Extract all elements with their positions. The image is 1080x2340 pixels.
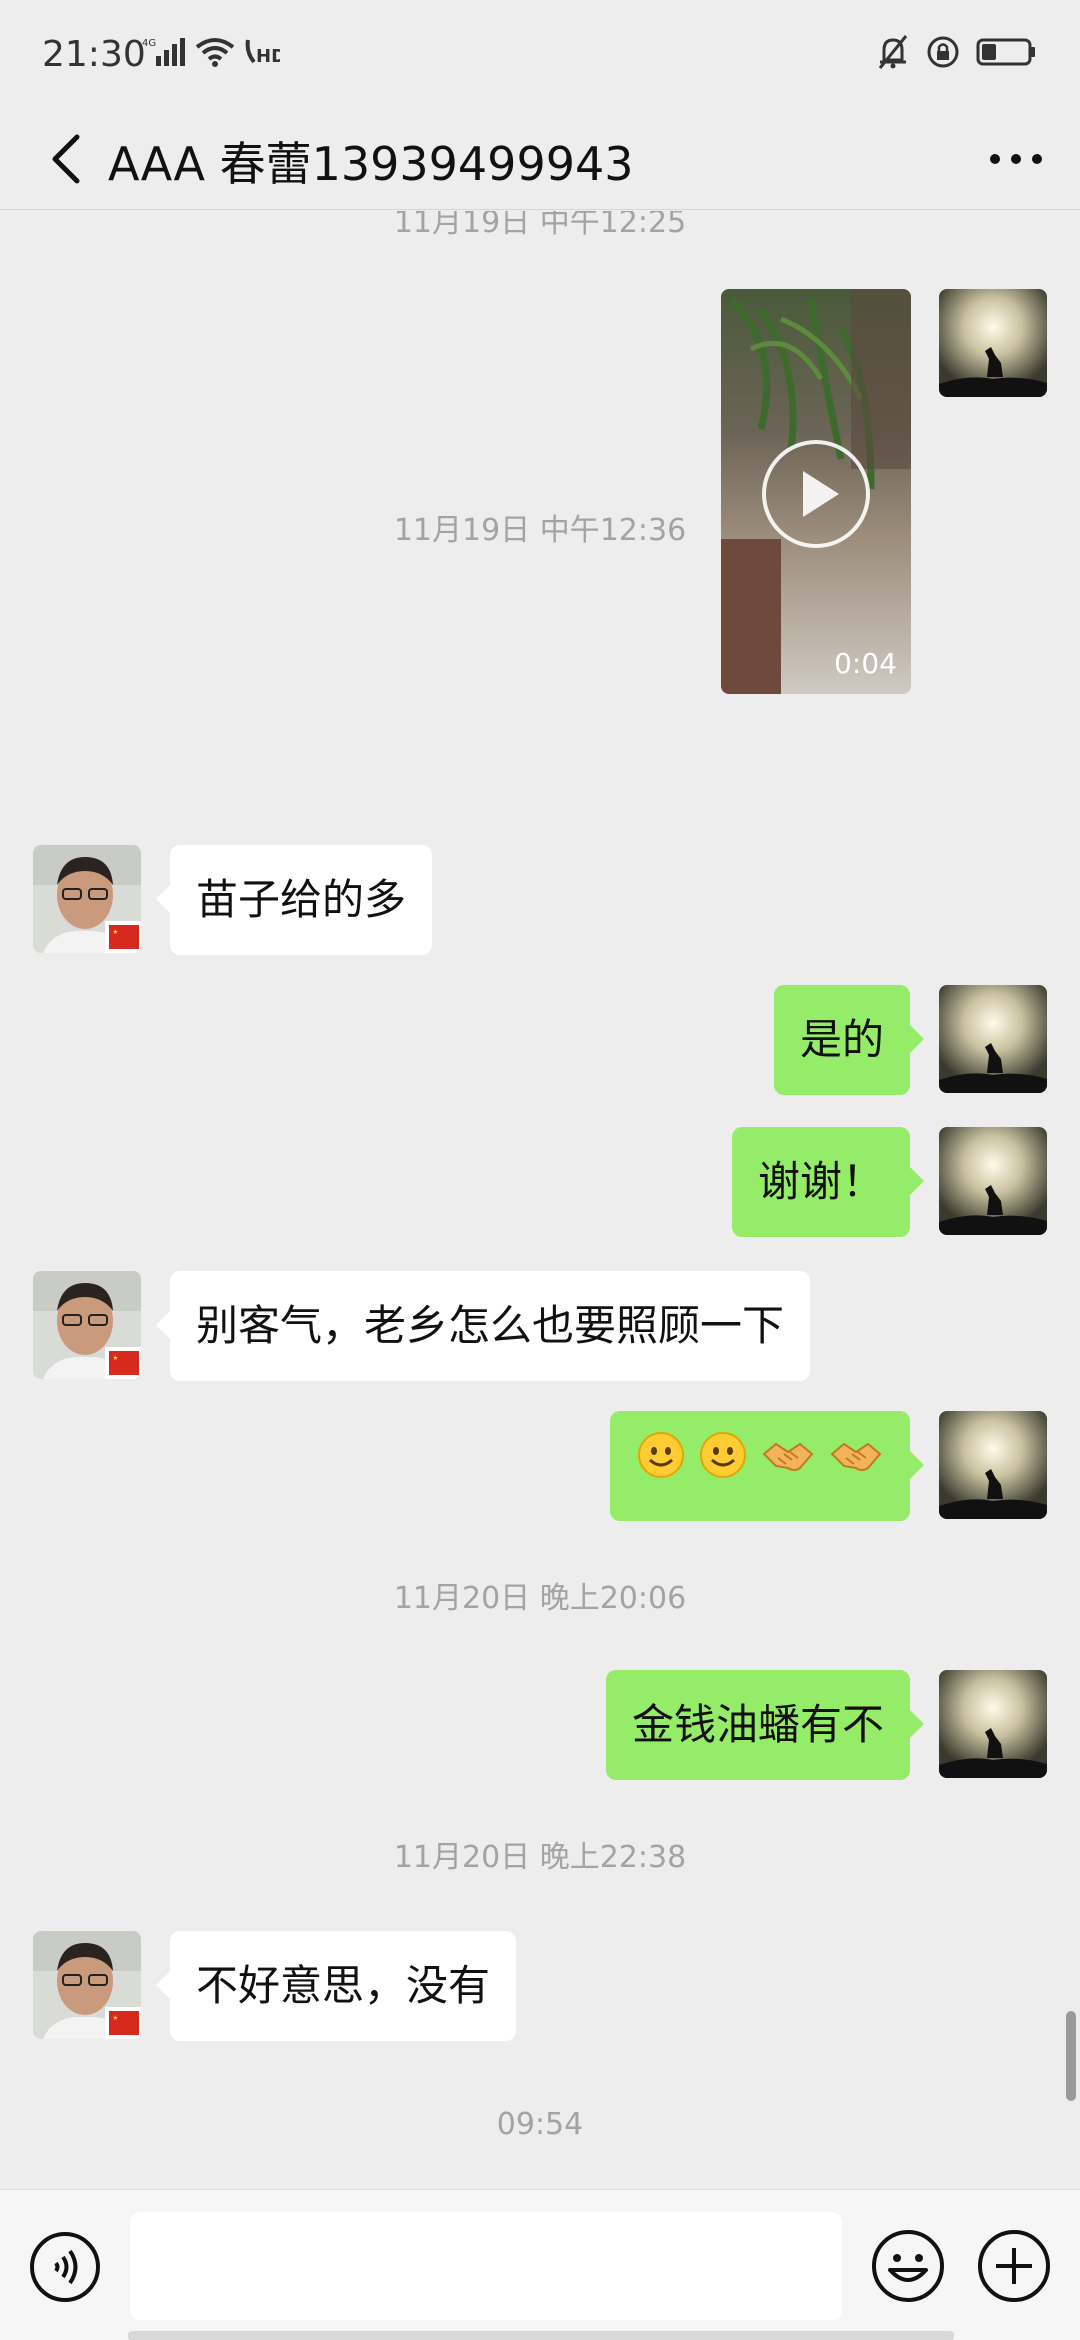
sent-message[interactable]: 是的 [773,985,925,1095]
home-indicator [128,2331,954,2340]
scrollbar[interactable] [1066,2011,1076,2101]
plus-button[interactable] [976,2228,1052,2304]
timestamp: 11月19日 中午12:25 [393,211,687,240]
contact-avatar[interactable] [33,1931,141,2039]
wifi-icon [194,36,236,72]
rotation-lock-icon [926,35,960,73]
wolf-moon-avatar-image [939,1411,1047,1519]
wolf-moon-avatar-image [939,289,1047,397]
emoji-icon [872,2230,944,2302]
smile-emoji-icon [636,1411,686,1521]
status-icons-right [876,34,1036,74]
timestamp: 09:54 [496,2107,584,2142]
chat-header: AAA 春蕾13939499943 [0,110,1080,210]
hd-call-icon: HD [244,36,286,72]
handshake-emoji-icon [760,1411,816,1521]
contact-avatar[interactable] [33,845,141,953]
chat-title: AAA 春蕾13939499943 [108,137,634,191]
received-message[interactable]: 苗子给的多 [155,845,433,955]
received-message[interactable]: 不好意思，没有 [155,1931,517,2041]
timestamp: 11月20日 晚上20:06 [393,1581,687,1616]
my-avatar[interactable] [939,1670,1047,1778]
sent-message[interactable]: 谢谢！ [731,1127,925,1237]
handshake-emoji-icon [828,1411,884,1521]
input-bar [0,2189,1080,2340]
voice-icon [30,2232,100,2302]
voice-button[interactable] [28,2230,102,2304]
status-bar: 21:30 4G HD [0,0,1080,110]
sent-message[interactable] [610,1411,924,1521]
my-avatar[interactable] [939,1127,1047,1235]
emoji-row [636,1411,884,1521]
my-avatar[interactable] [939,1411,1047,1519]
video-thumbnail [721,289,911,694]
status-icons-left: 4G HD [142,36,286,72]
more-dots-icon [990,154,1042,164]
wolf-moon-avatar-image [939,1127,1047,1235]
contact-photo-image [33,845,141,953]
more-button[interactable] [976,124,1056,194]
battery-icon [976,37,1036,71]
video-duration: 0:04 [834,647,897,680]
received-message[interactable]: 别客气，老乡怎么也要照顾一下 [155,1271,811,1381]
sent-message[interactable]: 金钱油蟠有不 [605,1670,925,1780]
signal-icon: 4G [142,36,186,72]
my-avatar[interactable] [939,985,1047,1093]
hd-label: HD [256,46,280,67]
video-message[interactable]: 0:04 [721,289,911,694]
emoji-button[interactable] [870,2228,946,2304]
message-list[interactable]: 11月19日 中午12:25 0:04 11月19日 中午12:36 苗子给的多… [0,211,1080,2189]
contact-photo-image [33,1931,141,2039]
timestamp: 11月20日 晚上22:38 [393,1840,687,1875]
chevron-left-icon [52,134,80,184]
wolf-moon-avatar-image [939,1670,1047,1778]
status-time: 21:30 [42,34,146,75]
smile-emoji-icon [698,1411,748,1521]
mute-bell-icon [876,34,910,74]
wolf-moon-avatar-image [939,985,1047,1093]
my-avatar[interactable] [939,289,1047,397]
message-input[interactable] [130,2212,842,2320]
timestamp: 11月19日 中午12:36 [393,513,687,548]
contact-avatar[interactable] [33,1271,141,1379]
network-type: 4G [142,38,156,49]
back-button[interactable] [30,124,100,194]
contact-photo-image [33,1271,141,1379]
plus-icon [978,2230,1050,2302]
